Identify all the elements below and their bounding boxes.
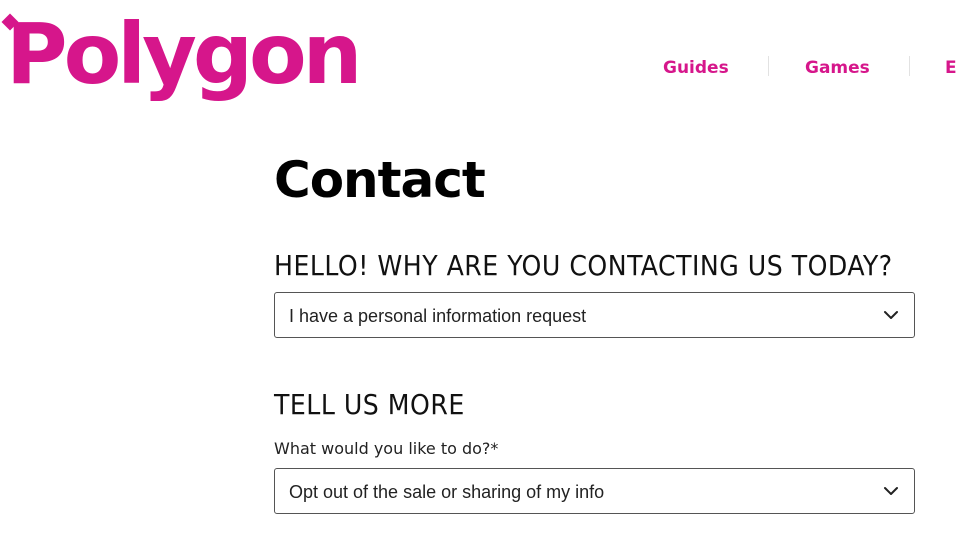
action-label: What would you like to do?* — [274, 439, 499, 458]
reason-select[interactable]: I have a personal information request — [274, 292, 915, 338]
chevron-down-icon — [884, 311, 898, 319]
reason-heading: HELLO! WHY ARE YOU CONTACTING US TODAY? — [274, 249, 893, 282]
nav-item-partial[interactable]: E — [945, 56, 957, 80]
tell-us-more-heading: TELL US MORE — [274, 388, 465, 421]
page-title: Contact — [274, 151, 486, 209]
nav-item-games[interactable]: Games — [805, 56, 870, 80]
polygon-logo[interactable]: Polygon — [1, 4, 362, 104]
nav-divider — [768, 56, 769, 76]
nav-item-guides[interactable]: Guides — [663, 56, 729, 80]
reason-select-value: I have a personal information request — [289, 306, 587, 326]
chevron-down-icon — [884, 487, 898, 495]
action-select-value: Opt out of the sale or sharing of my inf… — [289, 482, 605, 502]
action-select[interactable]: Opt out of the sale or sharing of my inf… — [274, 468, 915, 514]
logo-text: Polygon — [6, 5, 362, 103]
nav-divider — [909, 56, 910, 76]
